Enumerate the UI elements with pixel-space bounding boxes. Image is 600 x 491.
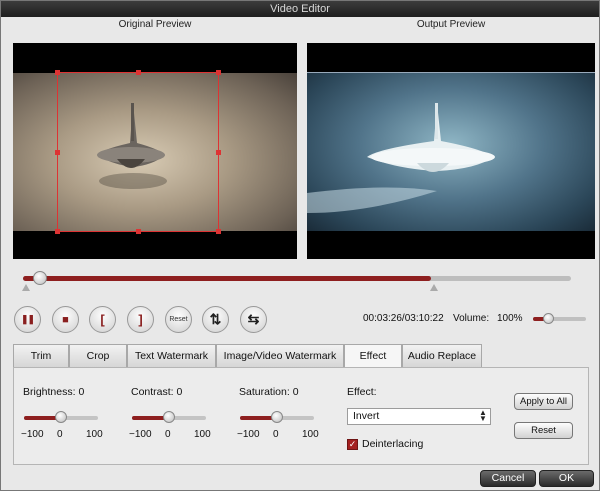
tab-crop[interactable]: Crop (69, 344, 127, 367)
bracket-left-icon: [ (100, 312, 105, 327)
reset-button[interactable]: Reset (165, 306, 192, 333)
reset-icon: Reset (169, 316, 188, 323)
tab-trim[interactable]: Trim (13, 344, 69, 367)
effect-reset-button[interactable]: Reset (514, 422, 573, 439)
crop-handle-bottom-right[interactable] (216, 229, 221, 234)
contrast-max-tick: 100 (194, 429, 211, 440)
effect-label: Effect: (347, 386, 377, 398)
ok-button[interactable]: OK (539, 470, 594, 487)
tab-audio-replace[interactable]: Audio Replace (402, 344, 482, 367)
timeline-progress (23, 276, 432, 281)
saturation-max-tick: 100 (302, 429, 319, 440)
window-title: Video Editor (1, 1, 599, 17)
mark-in-button[interactable]: [ (89, 306, 116, 333)
crop-rectangle[interactable] (55, 70, 221, 234)
flip-horizontal-icon: ⇆ (247, 311, 260, 327)
original-preview-label: Original Preview (118, 19, 192, 30)
volume-thumb[interactable] (543, 313, 554, 324)
crop-handle-right[interactable] (216, 150, 221, 155)
crop-handle-top-left[interactable] (55, 70, 60, 75)
saturation-thumb[interactable] (271, 411, 283, 423)
effect-select-value: Invert (353, 410, 380, 422)
flip-vertical-icon: ⇅ (209, 311, 222, 327)
saturation-min-tick: −100 (237, 429, 260, 440)
original-preview[interactable] (13, 43, 297, 259)
crop-handle-bottom-left[interactable] (55, 229, 60, 234)
contrast-label: Contrast: 0 (131, 386, 183, 398)
pause-icon: ❚❚ (20, 314, 35, 324)
time-display: 00:03:26/03:10:22 (363, 313, 444, 324)
contrast-value: 0 (176, 386, 183, 398)
brightness-max-tick: 100 (86, 429, 103, 440)
contrast-thumb[interactable] (163, 411, 175, 423)
editor-tabs: Trim Crop Text Watermark Image/Video Wat… (13, 344, 482, 368)
effect-select[interactable]: Invert ▲ ▼ (347, 408, 491, 425)
cancel-button[interactable]: Cancel (480, 470, 536, 487)
checkmark-icon: ✓ (348, 439, 357, 449)
volume-slider[interactable] (533, 317, 586, 321)
contrast-min-tick: −100 (129, 429, 152, 440)
flip-horizontal-button[interactable]: ⇆ (240, 306, 267, 333)
trim-end-marker[interactable] (430, 284, 438, 291)
brightness-thumb[interactable] (55, 411, 67, 423)
crop-handle-bottom[interactable] (136, 229, 141, 234)
output-preview-label: Output Preview (416, 19, 486, 30)
video-editor-window: Video Editor Original Preview Output Pre… (0, 0, 600, 491)
volume-label: Volume: (453, 313, 490, 324)
bracket-right-icon: ] (138, 312, 143, 327)
flip-vertical-button[interactable]: ⇅ (202, 306, 229, 333)
mark-out-button[interactable]: ] (127, 306, 154, 333)
saturation-value: 0 (292, 386, 299, 398)
crop-handle-top[interactable] (136, 70, 141, 75)
contrast-mid-tick: 0 (165, 429, 171, 440)
volume-value: 100% (497, 313, 523, 324)
trim-start-marker[interactable] (22, 284, 30, 291)
pause-button[interactable]: ❚❚ (14, 306, 41, 333)
timeline-track[interactable] (23, 276, 571, 281)
crop-handle-left[interactable] (55, 150, 60, 155)
deinterlacing-label: Deinterlacing (362, 438, 424, 450)
crop-handle-top-right[interactable] (216, 70, 221, 75)
inverted-spinning-top-image (307, 103, 495, 213)
saturation-label: Saturation: 0 (239, 386, 299, 398)
brightness-value: 0 (78, 386, 85, 398)
stop-icon: ■ (62, 313, 69, 326)
apply-to-all-button[interactable]: Apply to All (514, 393, 573, 410)
output-video-frame (307, 73, 595, 231)
brightness-min-tick: −100 (21, 429, 44, 440)
stop-button[interactable]: ■ (52, 306, 79, 333)
tab-image-video-watermark[interactable]: Image/Video Watermark (216, 344, 344, 367)
updown-chevron-icon: ▲ ▼ (479, 408, 487, 423)
brightness-mid-tick: 0 (57, 429, 63, 440)
deinterlacing-checkbox[interactable]: ✓ (347, 439, 358, 450)
tab-effect[interactable]: Effect (344, 344, 402, 368)
output-preview (307, 43, 595, 259)
saturation-mid-tick: 0 (273, 429, 279, 440)
tab-text-watermark[interactable]: Text Watermark (127, 344, 216, 367)
brightness-label: Brightness: 0 (23, 386, 85, 398)
timeline-playhead[interactable] (33, 271, 47, 285)
